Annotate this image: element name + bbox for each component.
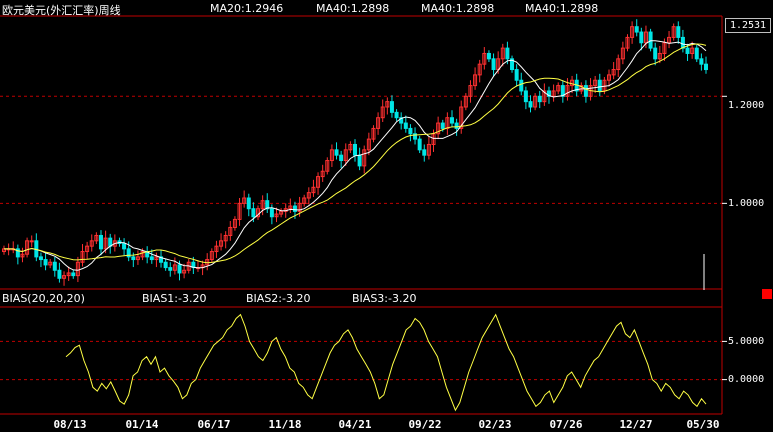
candle-body [653, 47, 658, 60]
bias2-label: BIAS2:-3.20 [246, 292, 311, 305]
candle-body [403, 122, 408, 129]
candle-body [449, 117, 454, 124]
candle-body [583, 85, 588, 97]
date-tick-label: 04/21 [338, 418, 372, 431]
date-tick-label: 09/22 [408, 418, 442, 431]
candle-body [523, 90, 528, 103]
candle-body [639, 31, 644, 44]
candle-body [339, 154, 344, 162]
candle-body [122, 243, 127, 250]
candle-body [440, 122, 445, 129]
price-tick-label: 1.2000 [728, 100, 765, 111]
date-tick-label: 12/27 [619, 418, 653, 431]
bias-tick-label: 0.0000 [728, 374, 765, 385]
candle-body [357, 154, 362, 167]
candle-body [505, 47, 510, 60]
bias-tick-label: 5.0000 [728, 336, 765, 347]
ma1-label: MA20:1.2946 [210, 2, 284, 15]
candle-body [486, 52, 491, 60]
candle-body [38, 256, 43, 261]
candle-body [417, 138, 422, 151]
candle-body [699, 58, 704, 65]
candle-body [694, 47, 699, 60]
current-price-box: 1.2531 [725, 18, 771, 33]
candle-body [680, 36, 685, 49]
candle-body [246, 197, 251, 210]
ma2-label: MA40:1.2898 [316, 2, 390, 15]
date-tick-label: 08/13 [53, 418, 87, 431]
candle-body [149, 256, 154, 261]
ma3-label: MA40:1.2898 [421, 2, 495, 15]
ma20-line [4, 40, 707, 271]
candle-body [394, 111, 399, 119]
candle-body [177, 264, 182, 274]
candle-body [422, 149, 427, 156]
bias1-label: BIAS1:-3.20 [142, 292, 207, 305]
candle-body [491, 58, 496, 71]
candle-body [43, 259, 48, 266]
candle-body [676, 26, 681, 38]
candlestick-series [2, 19, 708, 286]
candle-body [251, 208, 256, 218]
date-tick-label: 02/23 [478, 418, 512, 431]
price-tick-label: 1.0000 [728, 198, 765, 209]
candle-body [408, 127, 413, 135]
ma4-label: MA40:1.2898 [525, 2, 599, 15]
candle-body [98, 234, 103, 250]
candle-body [537, 95, 542, 103]
indicator-name: BIAS(20,20,20) [2, 292, 85, 305]
candle-body [528, 101, 533, 108]
bias3-label: BIAS3:-3.20 [352, 292, 417, 305]
candle-body [108, 237, 113, 247]
candle-body [704, 63, 708, 71]
candle-body [29, 240, 34, 243]
candle-body [292, 205, 297, 212]
date-tick-label: 11/18 [268, 418, 302, 431]
date-tick-label: 05/30 [686, 418, 720, 431]
candle-body [353, 143, 357, 156]
candle-body [131, 256, 136, 261]
candle-body [71, 272, 76, 277]
date-tick-label: 07/26 [549, 418, 583, 431]
candle-body [648, 31, 653, 49]
date-tick-label: 06/17 [197, 418, 231, 431]
bias-line [65, 313, 707, 412]
chart-title: 欧元美元(外汇汇率)周线 [2, 4, 121, 17]
candle-body [163, 261, 168, 269]
candle-body [514, 69, 519, 81]
candle-body [334, 149, 339, 156]
candle-body [269, 208, 274, 218]
candle-body [634, 26, 639, 33]
candle-body [52, 261, 57, 271]
candle-body [685, 47, 690, 54]
candle-body [454, 122, 459, 129]
date-tick-label: 01/14 [125, 418, 159, 431]
chart-canvas [0, 15, 727, 415]
candle-body [597, 79, 602, 92]
candle-body [519, 79, 524, 92]
candle-body [57, 269, 62, 279]
candle-body [168, 267, 173, 271]
candle-body [389, 101, 394, 113]
panel-resize-handle[interactable] [762, 289, 772, 299]
chart-header: 欧元美元(外汇汇率)周线 MA20:1.2946 MA40:1.2898 MA4… [0, 0, 773, 17]
